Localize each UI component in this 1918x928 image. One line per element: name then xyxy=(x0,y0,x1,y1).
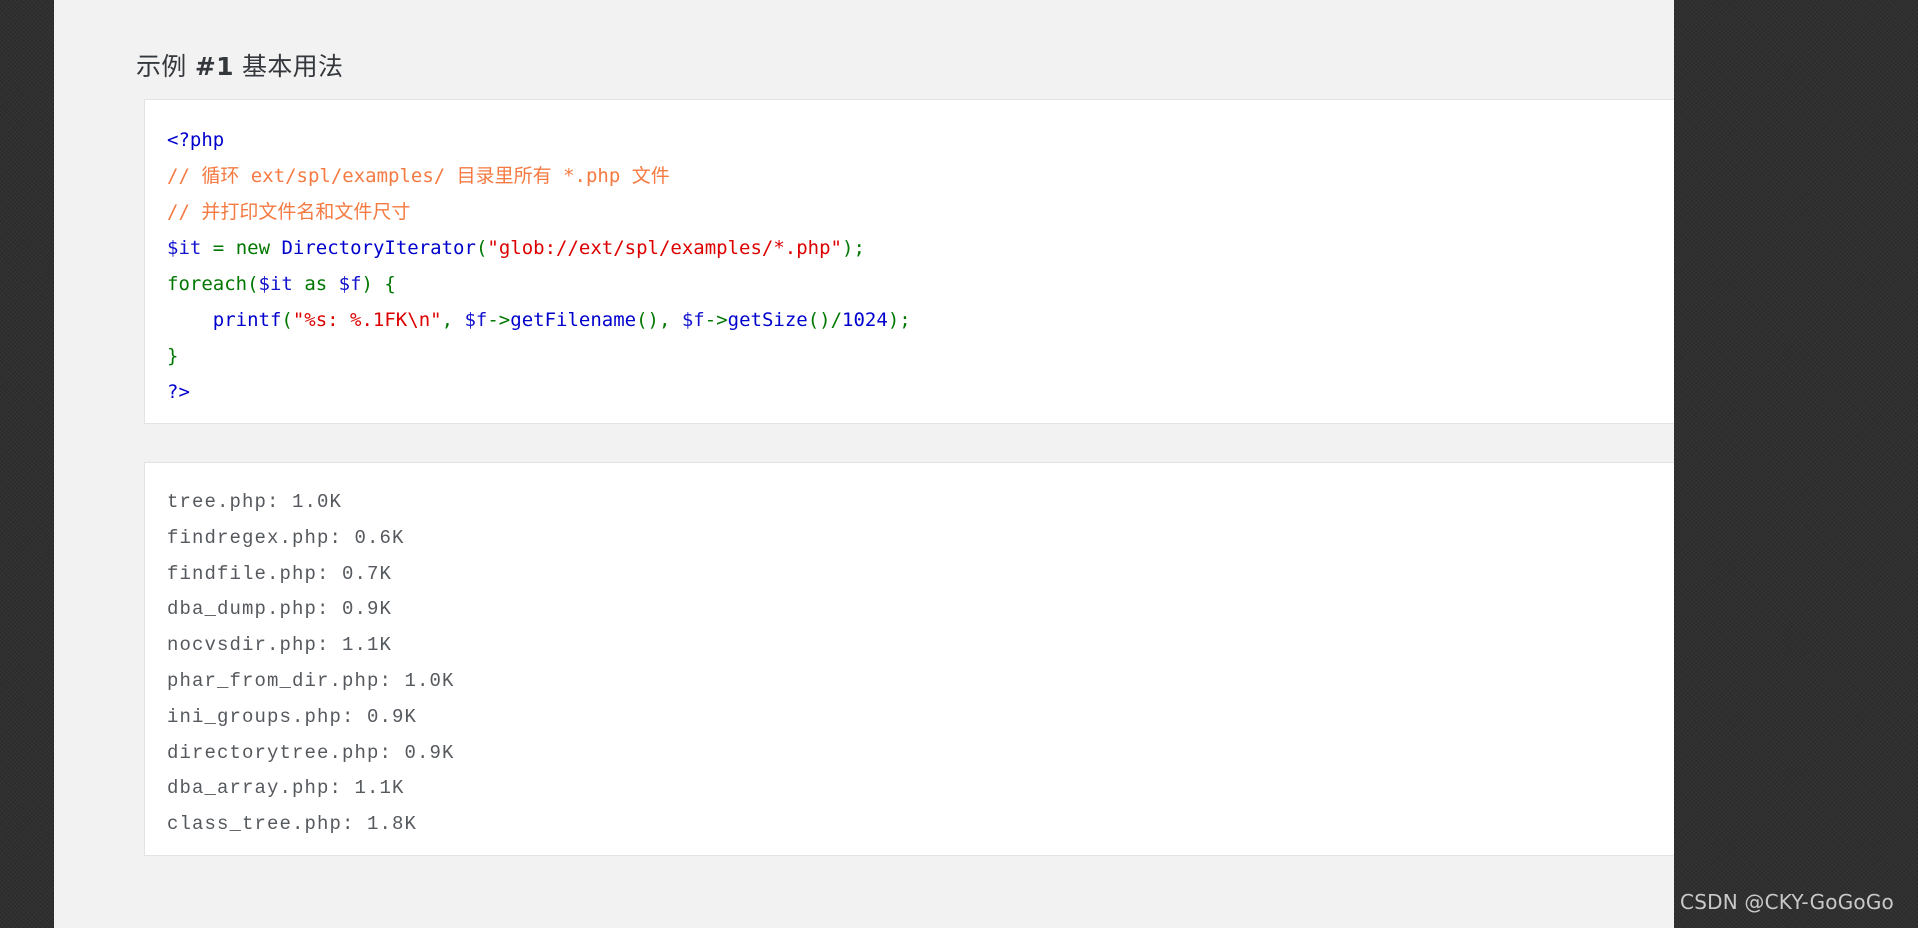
output-line: phar_from_dir.php: 1.0K xyxy=(167,669,455,692)
output-block-panel: tree.php: 1.0K findregex.php: 0.6K findf… xyxy=(144,462,1687,856)
code-token: $it xyxy=(258,273,293,295)
program-output-listing: tree.php: 1.0K findregex.php: 0.6K findf… xyxy=(167,485,1686,843)
output-line: findregex.php: 0.6K xyxy=(167,526,405,549)
output-line: directorytree.php: 0.9K xyxy=(167,741,455,764)
code-line: printf("%s: %.1FK\n", $f->getFilename(),… xyxy=(167,309,911,331)
code-token: printf xyxy=(212,309,282,331)
code-token: ( xyxy=(281,309,293,331)
code-line: $it = new DirectoryIterator("glob://ext/… xyxy=(167,237,865,259)
php-code-listing: <?php // 循环 ext/spl/examples/ 目录里所有 *.ph… xyxy=(167,122,1686,410)
output-line: tree.php: 1.0K xyxy=(167,491,343,513)
csdn-watermark: CSDN @CKY-GoGoGo xyxy=(1680,890,1894,914)
code-token: ); xyxy=(887,309,911,331)
code-token: $it xyxy=(167,237,202,259)
code-token: DirectoryIterator xyxy=(281,237,476,259)
code-token: (), xyxy=(636,309,682,331)
code-token: // 循环 ext/spl/examples/ 目录里所有 *.php 文件 xyxy=(167,165,670,187)
code-line: // 并打印文件名和文件尺寸 xyxy=(167,201,410,223)
page-title-suffix: 基本用法 xyxy=(233,51,344,81)
code-token: 1024 xyxy=(842,309,888,331)
code-token: $f xyxy=(464,309,488,331)
code-token: ); xyxy=(842,237,865,259)
code-token: -> xyxy=(487,309,511,331)
output-line: findfile.php: 0.7K xyxy=(167,562,393,585)
code-token: ?> xyxy=(167,381,190,403)
code-token: "glob://ext/spl/examples/*.php" xyxy=(487,237,842,259)
output-line: dba_array.php: 1.1K xyxy=(167,777,405,800)
code-line: <?php xyxy=(167,129,224,151)
code-token: <?php xyxy=(167,129,225,151)
page-title: 示例 #1 基本用法 xyxy=(136,47,343,83)
code-token: ( xyxy=(475,237,488,259)
code-token: // 并打印文件名和文件尺寸 xyxy=(167,201,411,223)
page-title-number: #1 xyxy=(194,51,234,81)
code-token: ( xyxy=(247,273,259,295)
code-line: foreach($it as $f) { xyxy=(167,273,396,295)
code-token: getFilename xyxy=(510,309,637,331)
code-token: new xyxy=(235,237,271,259)
code-token: getSize xyxy=(727,309,808,331)
code-line: ?> xyxy=(167,381,190,403)
code-block-panel: <?php // 循环 ext/spl/examples/ 目录里所有 *.ph… xyxy=(144,99,1687,424)
code-token: -> xyxy=(704,309,728,331)
output-line: class_tree.php: 1.8K xyxy=(167,813,418,836)
code-token: $f xyxy=(338,273,362,295)
code-token: $f xyxy=(681,309,705,331)
output-line: ini_groups.php: 0.9K xyxy=(167,705,418,728)
code-token: "%s: %.1FK\n" xyxy=(292,309,442,331)
code-token: } xyxy=(167,345,179,367)
page-title-prefix: 示例 xyxy=(136,51,195,81)
article-content-column: 示例 #1 基本用法 <?php // 循环 ext/spl/examples/… xyxy=(54,0,1687,928)
code-token: = xyxy=(212,237,225,259)
code-line: } xyxy=(167,345,178,367)
code-token: ) { xyxy=(361,273,396,295)
right-gutter: CSDN @CKY-GoGoGo xyxy=(1674,0,1918,928)
code-token: as xyxy=(304,273,328,295)
code-line: // 循环 ext/spl/examples/ 目录里所有 *.php 文件 xyxy=(167,165,670,187)
code-token: , xyxy=(441,309,465,331)
output-line: nocvsdir.php: 1.1K xyxy=(167,634,393,657)
code-token: ()/ xyxy=(807,309,843,331)
code-token: foreach xyxy=(167,273,248,295)
output-line: dba_dump.php: 0.9K xyxy=(167,598,393,621)
